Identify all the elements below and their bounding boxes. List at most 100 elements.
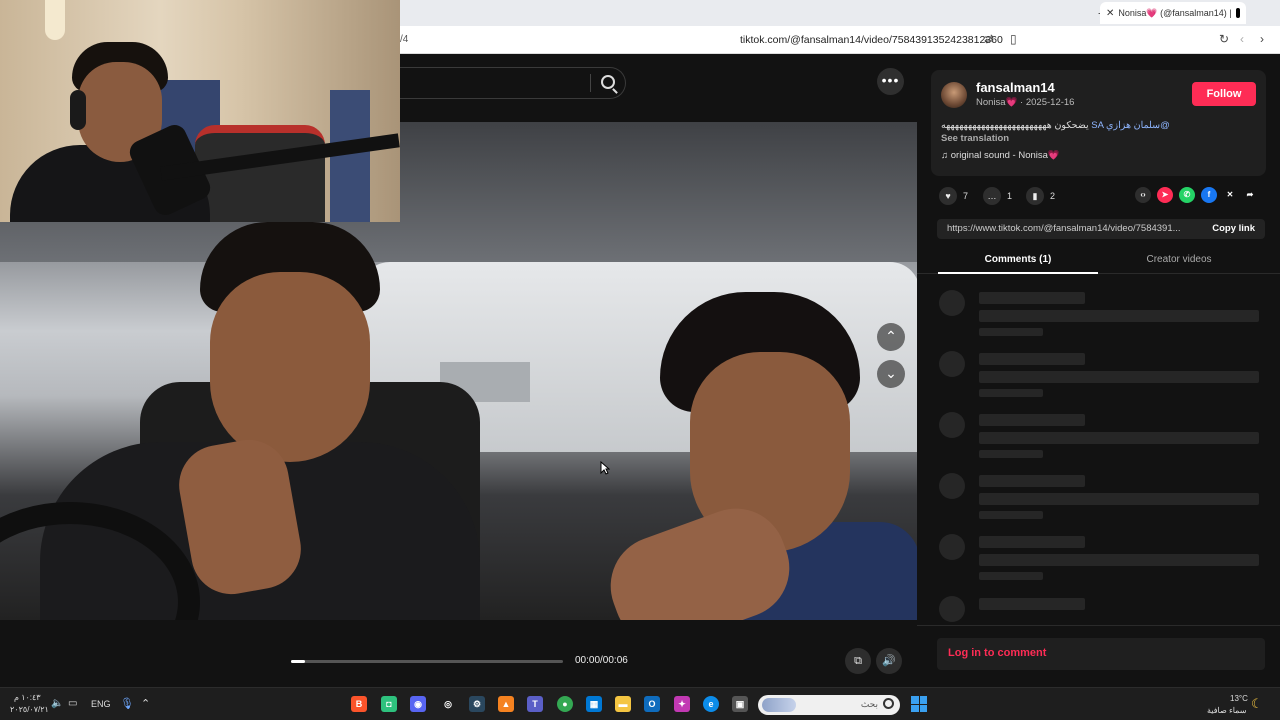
obs-icon[interactable]: ◎ [440,696,456,712]
creator-card: fansalman14 Nonisa💗 · 2025-12-16 Follow … [931,70,1266,176]
comment-count: 1 [1007,191,1013,201]
browser-tab-active[interactable]: ✕ Nonisa💗 (@fansalman14) | [1100,2,1246,24]
see-translation-link[interactable]: See translation [941,133,1009,144]
send-to-friend-icon[interactable]: ➤ [1157,187,1173,203]
site-settings-icon[interactable]: ⇄ [984,32,994,46]
taskbar-search-placeholder: بحث [860,699,878,709]
chevron-up-icon[interactable]: ⌃ [141,697,150,710]
language-indicator[interactable]: ENG [91,699,111,709]
copy-link-button[interactable]: Copy link [1212,223,1255,234]
edge-icon[interactable]: e [703,696,719,712]
video-frame-person-left-face [210,272,370,462]
mouse-cursor-icon [600,461,610,475]
right-panel: fansalman14 Nonisa💗 · 2025-12-16 Follow … [917,54,1280,687]
webcam-overlay [0,0,400,222]
windows-start-icon[interactable] [911,696,927,712]
microphone-icon[interactable]: 🎙 [120,697,134,710]
avatar[interactable] [941,82,967,108]
next-video-button[interactable]: ⌄ [877,360,905,388]
comment-skeleton [917,290,1280,340]
task-view-icon[interactable]: ▣ [732,696,748,712]
search-icon[interactable] [601,75,615,89]
video-link-text[interactable]: https://www.tiktok.com/@fansalman14/vide… [947,223,1181,234]
whatsapp-icon[interactable]: ✆ [1179,187,1195,203]
vlc-icon[interactable]: ▲ [498,696,514,712]
progress-bar[interactable] [291,660,563,663]
forward-icon[interactable]: › [1260,32,1264,46]
clock-date[interactable]: ٢٠٢٥/٠٧/٢١ [10,705,49,714]
tab-creator-videos[interactable]: Creator videos [1099,254,1259,265]
sound-link[interactable]: ♫ original sound - Nonisa💗 [941,150,1060,161]
comment-skeleton [917,412,1280,462]
facebook-icon[interactable]: f [1201,187,1217,203]
save-count: 2 [1050,191,1056,201]
search-highlight-image [762,698,796,712]
volume-button[interactable]: 🔊 [876,648,902,674]
bookmark-icon[interactable]: ▯ [1010,32,1017,46]
discord-icon[interactable]: ◉ [410,696,426,712]
copy-link-bar: https://www.tiktok.com/@fansalman14/vide… [937,219,1265,239]
tab-comments[interactable]: Comments (1) [938,254,1098,265]
app-icon[interactable]: ◘ [381,696,397,712]
creator-username[interactable]: fansalman14 [976,80,1055,95]
comment-skeleton [917,351,1280,401]
video-controls: 00:00/00:06 ⧉ 🔊 [0,620,917,687]
clock-time[interactable]: ١٠:٤٣ م [14,693,41,702]
comment-skeleton [917,534,1280,584]
back-icon[interactable]: ‹ [1240,32,1244,46]
like-action[interactable]: ♥ 7 [939,187,968,205]
login-to-comment-link[interactable]: Log in to comment [948,647,1046,659]
music-note-icon: ♫ [941,150,951,161]
more-options-button[interactable]: ••• [877,68,904,95]
weather-temp[interactable]: 13°C [1230,694,1248,703]
network-icon[interactable]: ▭ [68,698,77,709]
follow-button[interactable]: Follow [1192,82,1256,106]
share-arrow-icon[interactable]: ➦ [1242,187,1258,203]
outlook-icon[interactable]: O [644,696,660,712]
heart-icon: ♥ [939,187,957,205]
post-date: 2025-12-16 [1025,97,1075,108]
caption-mention[interactable]: SA سلمان هزازي@ [1091,120,1169,131]
bookmark-icon: ▮ [1026,187,1044,205]
tiktok-favicon-icon [1235,8,1240,18]
x-icon[interactable]: ✕ [1222,187,1238,203]
comment-action[interactable]: … 1 [983,187,1012,205]
comment-skeleton [917,473,1280,523]
previous-video-button[interactable]: ⌃ [877,323,905,351]
speaker-icon[interactable]: 🔈 [51,698,63,709]
url-fragment: /4 [400,34,409,45]
weather-desc[interactable]: سماء صافية [1207,706,1247,715]
login-to-comment-box[interactable]: Log in to comment [937,638,1265,670]
taskbar-search[interactable]: بحث [758,695,900,715]
reload-icon[interactable]: ↻ [1219,32,1229,46]
teams-icon[interactable]: T [527,696,543,712]
search-divider [590,74,591,92]
picture-in-picture-button[interactable]: ⧉ [845,648,871,674]
video-caption: يضحكون ههههههههههههههههههههههههه SA سلما… [941,120,1170,131]
save-action[interactable]: ▮ 2 [1026,187,1055,205]
search-box[interactable] [400,67,626,99]
webcam-lamp [45,0,65,40]
creator-meta: Nonisa💗 · 2025-12-16 [976,97,1074,108]
webcam-streamer [10,40,215,222]
brave-icon[interactable]: B [351,696,367,712]
comment-icon: … [983,187,1001,205]
copilot-icon[interactable]: ✦ [674,696,690,712]
weather-moon-icon[interactable]: ☾ [1251,696,1263,712]
login-section: Log in to comment [917,625,1280,687]
sound-label: original sound - Nonisa💗 [950,150,1060,161]
creator-display-name: Nonisa💗 [976,97,1018,108]
close-tab-icon[interactable]: ✕ [1106,8,1114,19]
like-count: 7 [963,191,969,201]
caption-text: يضحكون ههههههههههههههههههههههههه [941,120,1089,131]
embed-icon[interactable]: ‹› [1135,187,1151,203]
video-time: 00:00/00:06 [575,655,628,666]
store-icon[interactable]: ▦ [586,696,602,712]
progress-fill [291,660,305,663]
chrome-icon[interactable]: ● [557,696,573,712]
file-explorer-icon[interactable]: ▬ [615,696,631,712]
screen: + ✕ Nonisa💗 (@fansalman14) | /4 tiktok.c… [0,0,1280,720]
webcam-gaming-chair [195,125,325,222]
steam-icon[interactable]: ⚙ [469,696,485,712]
url-text[interactable]: tiktok.com/@fansalman14/video/7584391352… [740,34,1003,46]
